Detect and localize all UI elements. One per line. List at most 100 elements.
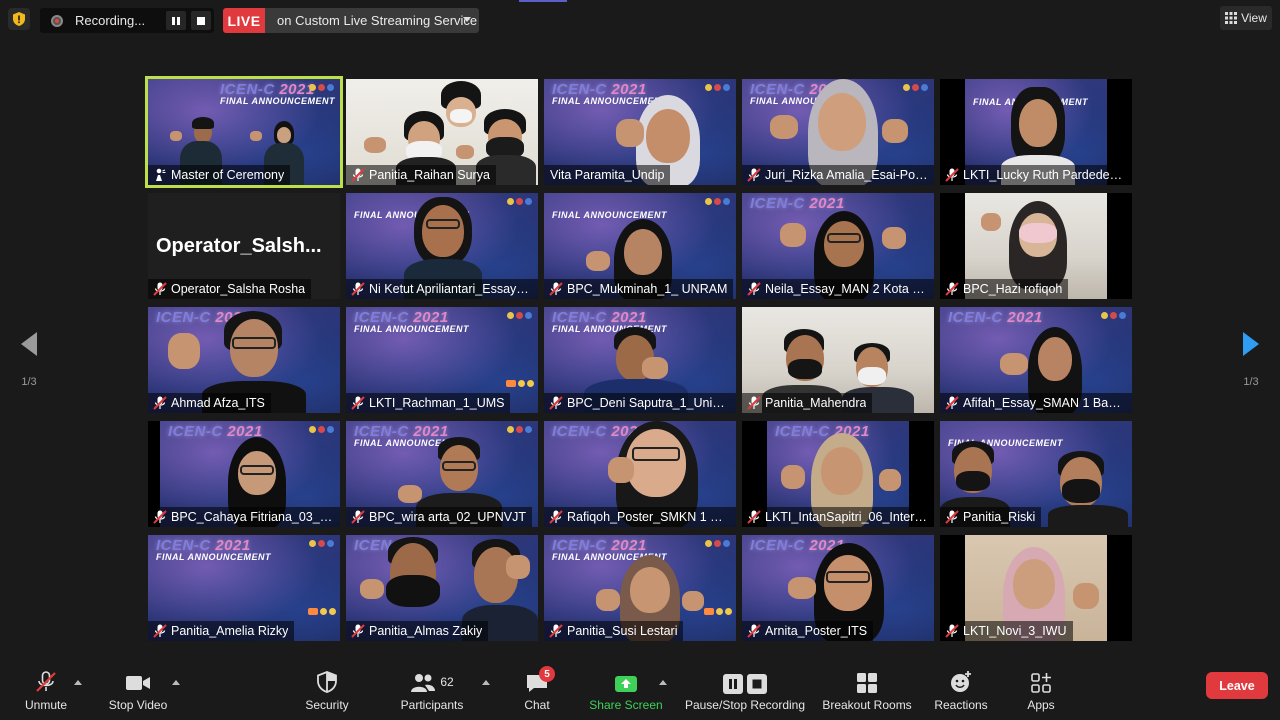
- next-page-button[interactable]: 1/3: [1238, 330, 1264, 392]
- security-button[interactable]: Security: [302, 668, 352, 712]
- participant-name: LKTI_Rachman_1_UMS: [369, 396, 505, 410]
- live-badge[interactable]: LIVE: [223, 8, 265, 33]
- microphone-muted-icon: [945, 282, 959, 296]
- arrow-left-icon: [21, 332, 37, 356]
- participant-tile[interactable]: Panitia_Mahendra: [742, 307, 934, 413]
- participant-tile[interactable]: ICEN-C Panitia_Almas Zakiy: [346, 535, 538, 641]
- participant-tile[interactable]: BPC_Hazi rofiqoh: [940, 193, 1132, 299]
- encryption-shield-icon[interactable]: [8, 8, 30, 30]
- participant-nameplate: LKTI_IntanSapitri_06_Interna...: [742, 507, 934, 527]
- participant-nameplate: Ahmad Afza_ITS: [148, 393, 271, 413]
- participant-tile[interactable]: ICEN-C 2021 BPC_Cahaya Fitriana_03_Uni..…: [148, 421, 340, 527]
- leave-button[interactable]: Leave: [1206, 672, 1268, 699]
- participant-display-name: Operator_Salsh...: [156, 235, 322, 257]
- participant-name: LKTI_IntanSapitri_06_Interna...: [765, 510, 928, 524]
- unmute-button[interactable]: Unmute: [20, 668, 72, 712]
- pause-stop-recording-button[interactable]: Pause/Stop Recording: [682, 668, 808, 712]
- breakout-rooms-label: Breakout Rooms: [822, 698, 912, 712]
- participant-nameplate: BPC_wira arta_02_UPNVJT: [346, 507, 533, 527]
- participant-tile[interactable]: ICEN-C 2021 FINAL ANNOUNCEMENT BPC_Deni …: [544, 307, 736, 413]
- view-button[interactable]: View: [1220, 6, 1272, 30]
- participant-tile[interactable]: ICEN-C 2021 FINAL ANNOUNCEMENT Panitia_S…: [544, 535, 736, 641]
- participant-name: LKTI_Novi_3_IWU: [963, 624, 1067, 638]
- microphone-muted-icon: [351, 396, 365, 410]
- participant-tile[interactable]: FINAL ANNOUNCEMENT LKTI_Lucky Ruth Parde…: [940, 79, 1132, 185]
- participants-label: Participants: [400, 698, 464, 712]
- view-label: View: [1241, 11, 1267, 25]
- participant-nameplate: Vita Paramita_Undip: [544, 165, 671, 185]
- microphone-muted-icon: [351, 282, 365, 296]
- participant-tile[interactable]: LKTI_Novi_3_IWU: [940, 535, 1132, 641]
- sponsor-logos: [308, 608, 336, 615]
- participant-tile[interactable]: ICEN-C 2021 Ahmad Afza_ITS: [148, 307, 340, 413]
- participant-tile[interactable]: ICEN-C 2021 FINAL ANNOUNCEMENT Vita Para…: [544, 79, 736, 185]
- participant-tile[interactable]: ICEN-C 2021 FINAL ANNOUNCEMENT Master of…: [145, 76, 343, 188]
- participant-tile[interactable]: ICEN-C 2021 LKTI_IntanSapitri_06_Interna…: [742, 421, 934, 527]
- participant-name: Panitia_Riski: [963, 510, 1036, 524]
- microphone-muted-icon: [945, 168, 959, 182]
- participant-nameplate: BPC_Mukminah_1_ UNRAM: [544, 279, 734, 299]
- breakout-rooms-button[interactable]: Breakout Rooms: [820, 668, 914, 712]
- pause-icon: [723, 674, 743, 694]
- participant-tile[interactable]: ICEN-C 2021 Afifah_Essay_SMAN 1 Badeg...: [940, 307, 1132, 413]
- participant-name: BPC_Cahaya Fitriana_03_Uni...: [171, 510, 334, 524]
- banner-logos: [705, 540, 730, 547]
- participant-nameplate: Panitia_Mahendra: [742, 393, 873, 413]
- stop-video-button[interactable]: Stop Video: [106, 668, 170, 712]
- chat-label: Chat: [524, 698, 550, 712]
- participant-nameplate: Panitia_Amelia Rizky: [148, 621, 295, 641]
- participant-tile[interactable]: ICEN-C 2021 Arnita_Poster_ITS: [742, 535, 934, 641]
- microphone-muted-icon: [747, 624, 761, 638]
- microphone-muted-icon: [153, 510, 167, 524]
- banner-subtitle: FINAL ANNOUNCEMENT: [220, 96, 335, 106]
- participant-name: LKTI_Lucky Ruth Pardede_2_...: [963, 168, 1126, 182]
- pause-recording-button[interactable]: [166, 11, 186, 30]
- participant-tile[interactable]: FINAL ANNOUNCEMENT BPC_Mukminah_1_ UNRAM: [544, 193, 736, 299]
- participant-name: BPC_wira arta_02_UPNVJT: [369, 510, 527, 524]
- participant-nameplate: Afifah_Essay_SMAN 1 Badeg...: [940, 393, 1132, 413]
- participant-tile[interactable]: ICEN-C 2021 FINAL ANNOUNCEMENT Juri_Rizk…: [742, 79, 934, 185]
- participant-name: Operator_Salsha Rosha: [171, 282, 306, 296]
- participant-nameplate: BPC_Cahaya Fitriana_03_Uni...: [148, 507, 340, 527]
- reactions-label: Reactions: [934, 698, 988, 712]
- video-options-chevron-icon[interactable]: [172, 680, 180, 685]
- participant-tile[interactable]: Panitia_Raihan Surya: [346, 79, 538, 185]
- chat-button[interactable]: 5 Chat: [520, 666, 555, 712]
- video-camera-icon: [126, 676, 150, 690]
- participants-options-chevron-icon[interactable]: [482, 680, 490, 685]
- banner-logos: [1101, 312, 1126, 319]
- grid-icon: [1225, 12, 1238, 24]
- live-service-dropdown[interactable]: on Custom Live Streaming Service: [265, 8, 479, 33]
- chat-unread-badge: 5: [539, 666, 555, 682]
- participant-name: Panitia_Susi Lestari: [567, 624, 678, 638]
- banner-logos: [507, 426, 532, 433]
- sponsor-logos: [704, 608, 732, 615]
- arrow-right-icon: [1243, 332, 1259, 356]
- participant-tile[interactable]: ICEN-C 2021 Neila_Essay_MAN 2 Kota Ke...: [742, 193, 934, 299]
- participant-tile[interactable]: ICEN-C 2021 FINAL ANNOUNCEMENT Panitia_A…: [148, 535, 340, 641]
- participant-nameplate: Panitia_Susi Lestari: [544, 621, 684, 641]
- stop-icon: [747, 674, 767, 694]
- stop-recording-button[interactable]: [191, 11, 211, 30]
- participant-tile[interactable]: FINAL ANNOUNCEMENT Panitia_Riski: [940, 421, 1132, 527]
- previous-page-button[interactable]: 1/3: [16, 330, 42, 392]
- participant-tile[interactable]: ICEN-C 2021 FINAL ANNOUNCEMENT BPC_wira …: [346, 421, 538, 527]
- microphone-muted-icon: [36, 671, 56, 692]
- reactions-button[interactable]: Reactions: [932, 668, 990, 712]
- participant-tile[interactable]: ICEN-C 2021 FINAL ANNOUNCEMENT LKTI_Rach…: [346, 307, 538, 413]
- apps-button[interactable]: Apps: [1024, 668, 1058, 712]
- participant-name: BPC_Hazi rofiqoh: [963, 282, 1063, 296]
- participant-tile[interactable]: Operator_Salsh... Operator_Salsha Rosha: [148, 193, 340, 299]
- audio-options-chevron-icon[interactable]: [74, 680, 82, 685]
- microphone-muted-icon: [747, 510, 761, 524]
- banner-subtitle: FINAL ANNOUNCEMENT: [354, 324, 469, 334]
- microphone-muted-icon: [945, 510, 959, 524]
- participants-button[interactable]: 62 Participants: [398, 668, 466, 712]
- participant-tile[interactable]: ICEN-C 2021 Rafiqoh_Poster_SMKN 1 Kot...: [544, 421, 736, 527]
- share-options-chevron-icon[interactable]: [659, 680, 667, 685]
- participant-name: Vita Paramita_Undip: [550, 168, 665, 182]
- chevron-down-icon: [463, 17, 471, 22]
- microphone-muted-icon: [549, 396, 563, 410]
- participant-tile[interactable]: FINAL ANNOUNCEMENT Ni Ketut Apriliantari…: [346, 193, 538, 299]
- share-screen-button[interactable]: Share Screen: [588, 668, 664, 712]
